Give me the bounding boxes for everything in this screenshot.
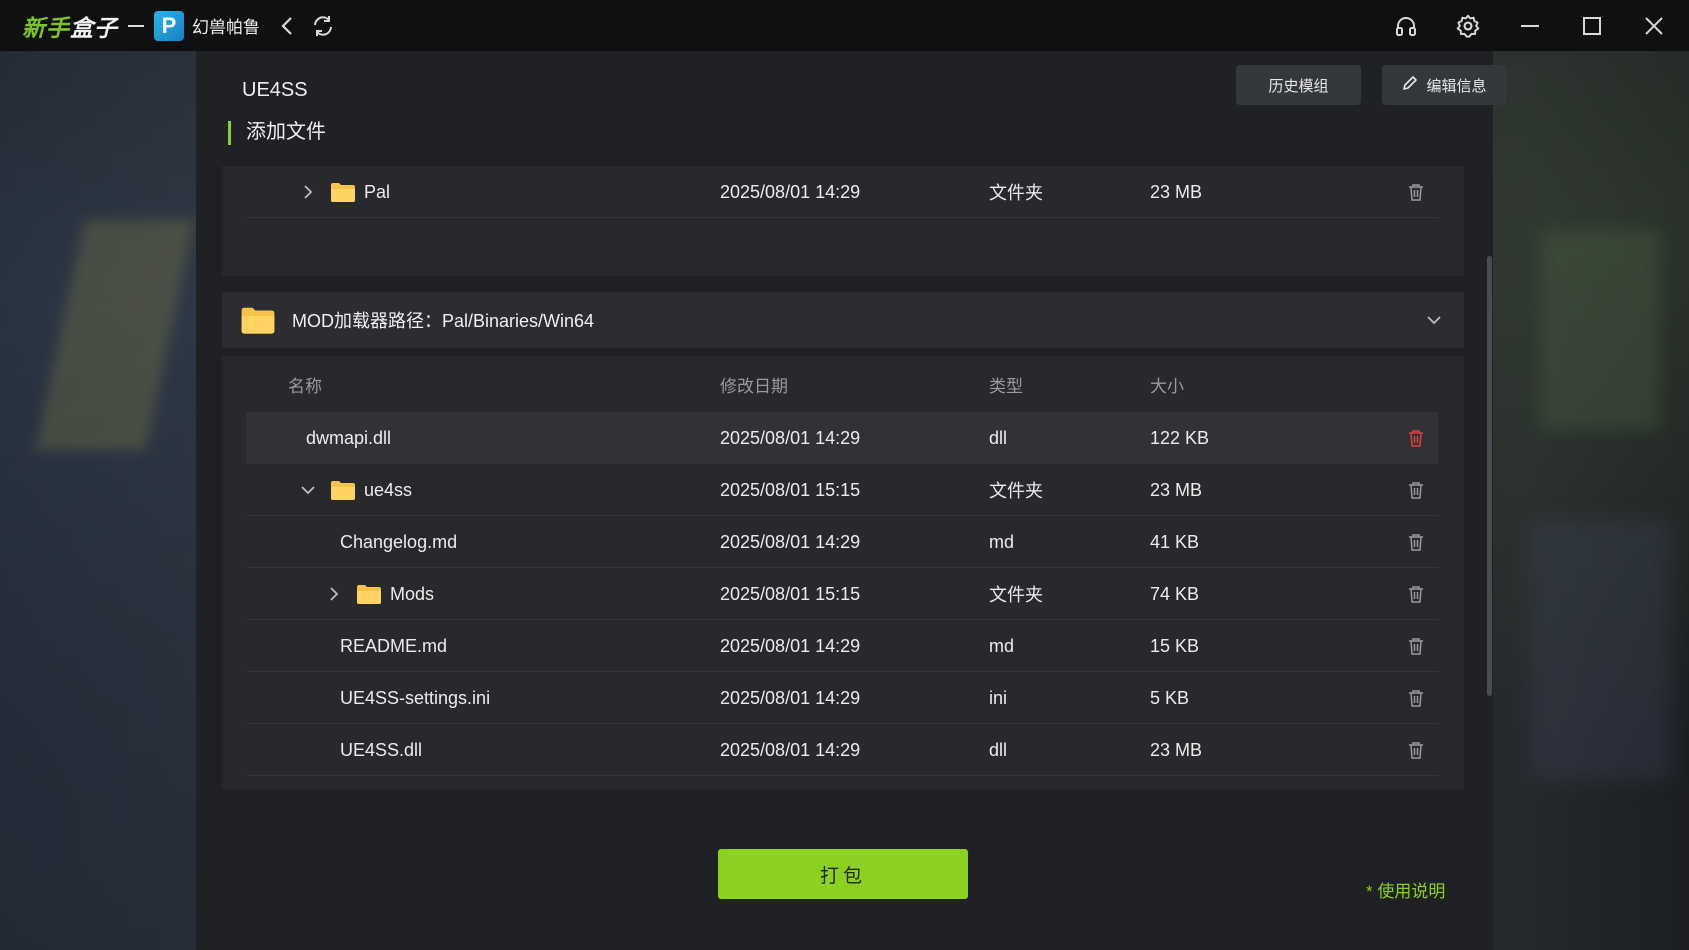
column-size: 大小 (1150, 376, 1184, 396)
file-size: 23 MB (1150, 181, 1203, 202)
file-type: md (989, 635, 1015, 656)
mod-loader-path: MOD加载器路径：Pal/Binaries/Win64 (292, 311, 595, 331)
scrollbar[interactable] (1487, 256, 1492, 696)
refresh-icon[interactable] (310, 13, 336, 39)
file-date: 2025/08/01 14:29 (720, 181, 861, 202)
history-mods-button[interactable]: 历史模组 (1236, 65, 1361, 105)
table-row[interactable]: UE4SS-settings.ini 2025/08/01 14:29 ini … (246, 672, 1438, 724)
edit-info-button[interactable]: 编辑信息 (1382, 65, 1507, 105)
trash-icon[interactable] (1404, 464, 1428, 516)
file-name: UE4SS-settings.ini (340, 687, 491, 708)
chevron-down-icon[interactable] (1426, 314, 1442, 326)
file-date: 2025/08/01 14:29 (720, 531, 861, 552)
file-name: Mods (390, 583, 435, 604)
top-file-list: Pal 2025/08/01 14:29 文件夹 23 MB (222, 166, 1464, 276)
chevron-left-icon[interactable] (274, 13, 300, 39)
usage-guide-link[interactable]: * 使用说明 (1366, 877, 1445, 902)
file-name: README.md (340, 635, 448, 656)
mod-loader-file-table: 名称 修改日期 类型 大小 dwmapi.dll 2025/08/01 14:2… (222, 356, 1464, 789)
table-row[interactable]: Mods 2025/08/01 15:15 文件夹 74 KB (246, 568, 1438, 620)
trash-icon[interactable] (1404, 166, 1428, 218)
brand: 新手盒子 P 幻兽帕鲁 (22, 9, 260, 43)
column-name: 名称 (288, 376, 322, 396)
brand-logo-text: 新手盒子 (22, 14, 118, 41)
trash-icon[interactable] (1404, 620, 1428, 672)
brand-divider (128, 24, 144, 27)
trash-icon[interactable] (1404, 672, 1428, 724)
close-icon[interactable] (1641, 13, 1667, 39)
file-date: 2025/08/01 14:29 (720, 687, 861, 708)
folder-icon (330, 181, 356, 203)
table-row[interactable]: dwmapi.dll 2025/08/01 14:29 dll 122 KB (246, 412, 1438, 464)
file-name: UE4SS.dll (340, 739, 423, 760)
pencil-icon (1402, 75, 1418, 95)
file-size: 23 MB (1150, 479, 1203, 500)
table-row[interactable]: Pal 2025/08/01 14:29 文件夹 23 MB (246, 166, 1438, 218)
file-type: 文件夹 (989, 585, 1043, 605)
title-bar: 新手盒子 P 幻兽帕鲁 (0, 0, 1689, 51)
game-icon: P (154, 10, 184, 41)
history-mods-label: 历史模组 (1268, 77, 1329, 95)
file-type: dll (989, 739, 1008, 760)
trash-icon[interactable] (1404, 568, 1428, 620)
file-size: 41 KB (1150, 531, 1200, 552)
maximize-icon[interactable] (1579, 13, 1605, 39)
file-type: md (989, 531, 1015, 552)
file-type: 文件夹 (989, 481, 1043, 501)
file-date: 2025/08/01 15:15 (720, 583, 861, 604)
chevron-down-icon[interactable] (298, 480, 318, 500)
edit-info-label: 编辑信息 (1426, 77, 1487, 95)
file-date: 2025/08/01 14:29 (720, 635, 861, 656)
file-name: dwmapi.dll (306, 427, 392, 448)
file-name: Changelog.md (340, 531, 458, 552)
file-name: ue4ss (364, 479, 413, 500)
file-type: dll (989, 427, 1008, 448)
pack-label: 打包 (819, 865, 866, 887)
table-row[interactable]: UE4SS.dll 2025/08/01 14:29 dll 23 MB (246, 724, 1438, 776)
pack-button[interactable]: 打包 (718, 849, 968, 899)
gear-icon[interactable] (1455, 13, 1481, 39)
folder-icon (356, 583, 382, 605)
file-name: Pal (364, 181, 391, 202)
trash-icon[interactable] (1404, 412, 1428, 464)
mod-title: UE4SS (242, 79, 308, 101)
folder-icon (240, 305, 276, 335)
file-size: 122 KB (1150, 427, 1210, 448)
section-title: 添加文件 (228, 121, 326, 145)
file-size: 74 KB (1150, 583, 1200, 604)
headset-icon[interactable] (1393, 13, 1419, 39)
column-type: 类型 (989, 376, 1023, 396)
file-type: ini (989, 687, 1008, 708)
file-size: 23 MB (1150, 739, 1203, 760)
mod-loader-group-header[interactable]: MOD加载器路径：Pal/Binaries/Win64 (222, 292, 1464, 348)
chevron-right-icon[interactable] (298, 182, 318, 202)
chevron-right-icon[interactable] (324, 584, 344, 604)
file-size: 5 KB (1150, 687, 1190, 708)
game-name: 幻兽帕鲁 (192, 18, 260, 37)
mod-editor-panel: UE4SS 历史模组 编辑信息 添加文件 Pal 2025/08/01 14:2… (196, 51, 1507, 950)
file-date: 2025/08/01 14:29 (720, 427, 861, 448)
file-type: 文件夹 (989, 183, 1043, 203)
folder-icon (330, 479, 356, 501)
table-header: 名称 修改日期 类型 大小 (246, 356, 1438, 412)
panel-header: UE4SS 历史模组 编辑信息 (242, 65, 1507, 113)
file-date: 2025/08/01 14:29 (720, 739, 861, 760)
table-row[interactable]: Changelog.md 2025/08/01 14:29 md 41 KB (246, 516, 1438, 568)
table-row[interactable]: ue4ss 2025/08/01 15:15 文件夹 23 MB (246, 464, 1438, 516)
file-size: 15 KB (1150, 635, 1200, 656)
minimize-icon[interactable] (1517, 13, 1543, 39)
column-date: 修改日期 (720, 376, 788, 396)
trash-icon[interactable] (1404, 724, 1428, 776)
file-date: 2025/08/01 15:15 (720, 479, 861, 500)
table-row[interactable]: README.md 2025/08/01 14:29 md 15 KB (246, 620, 1438, 672)
trash-icon[interactable] (1404, 516, 1428, 568)
